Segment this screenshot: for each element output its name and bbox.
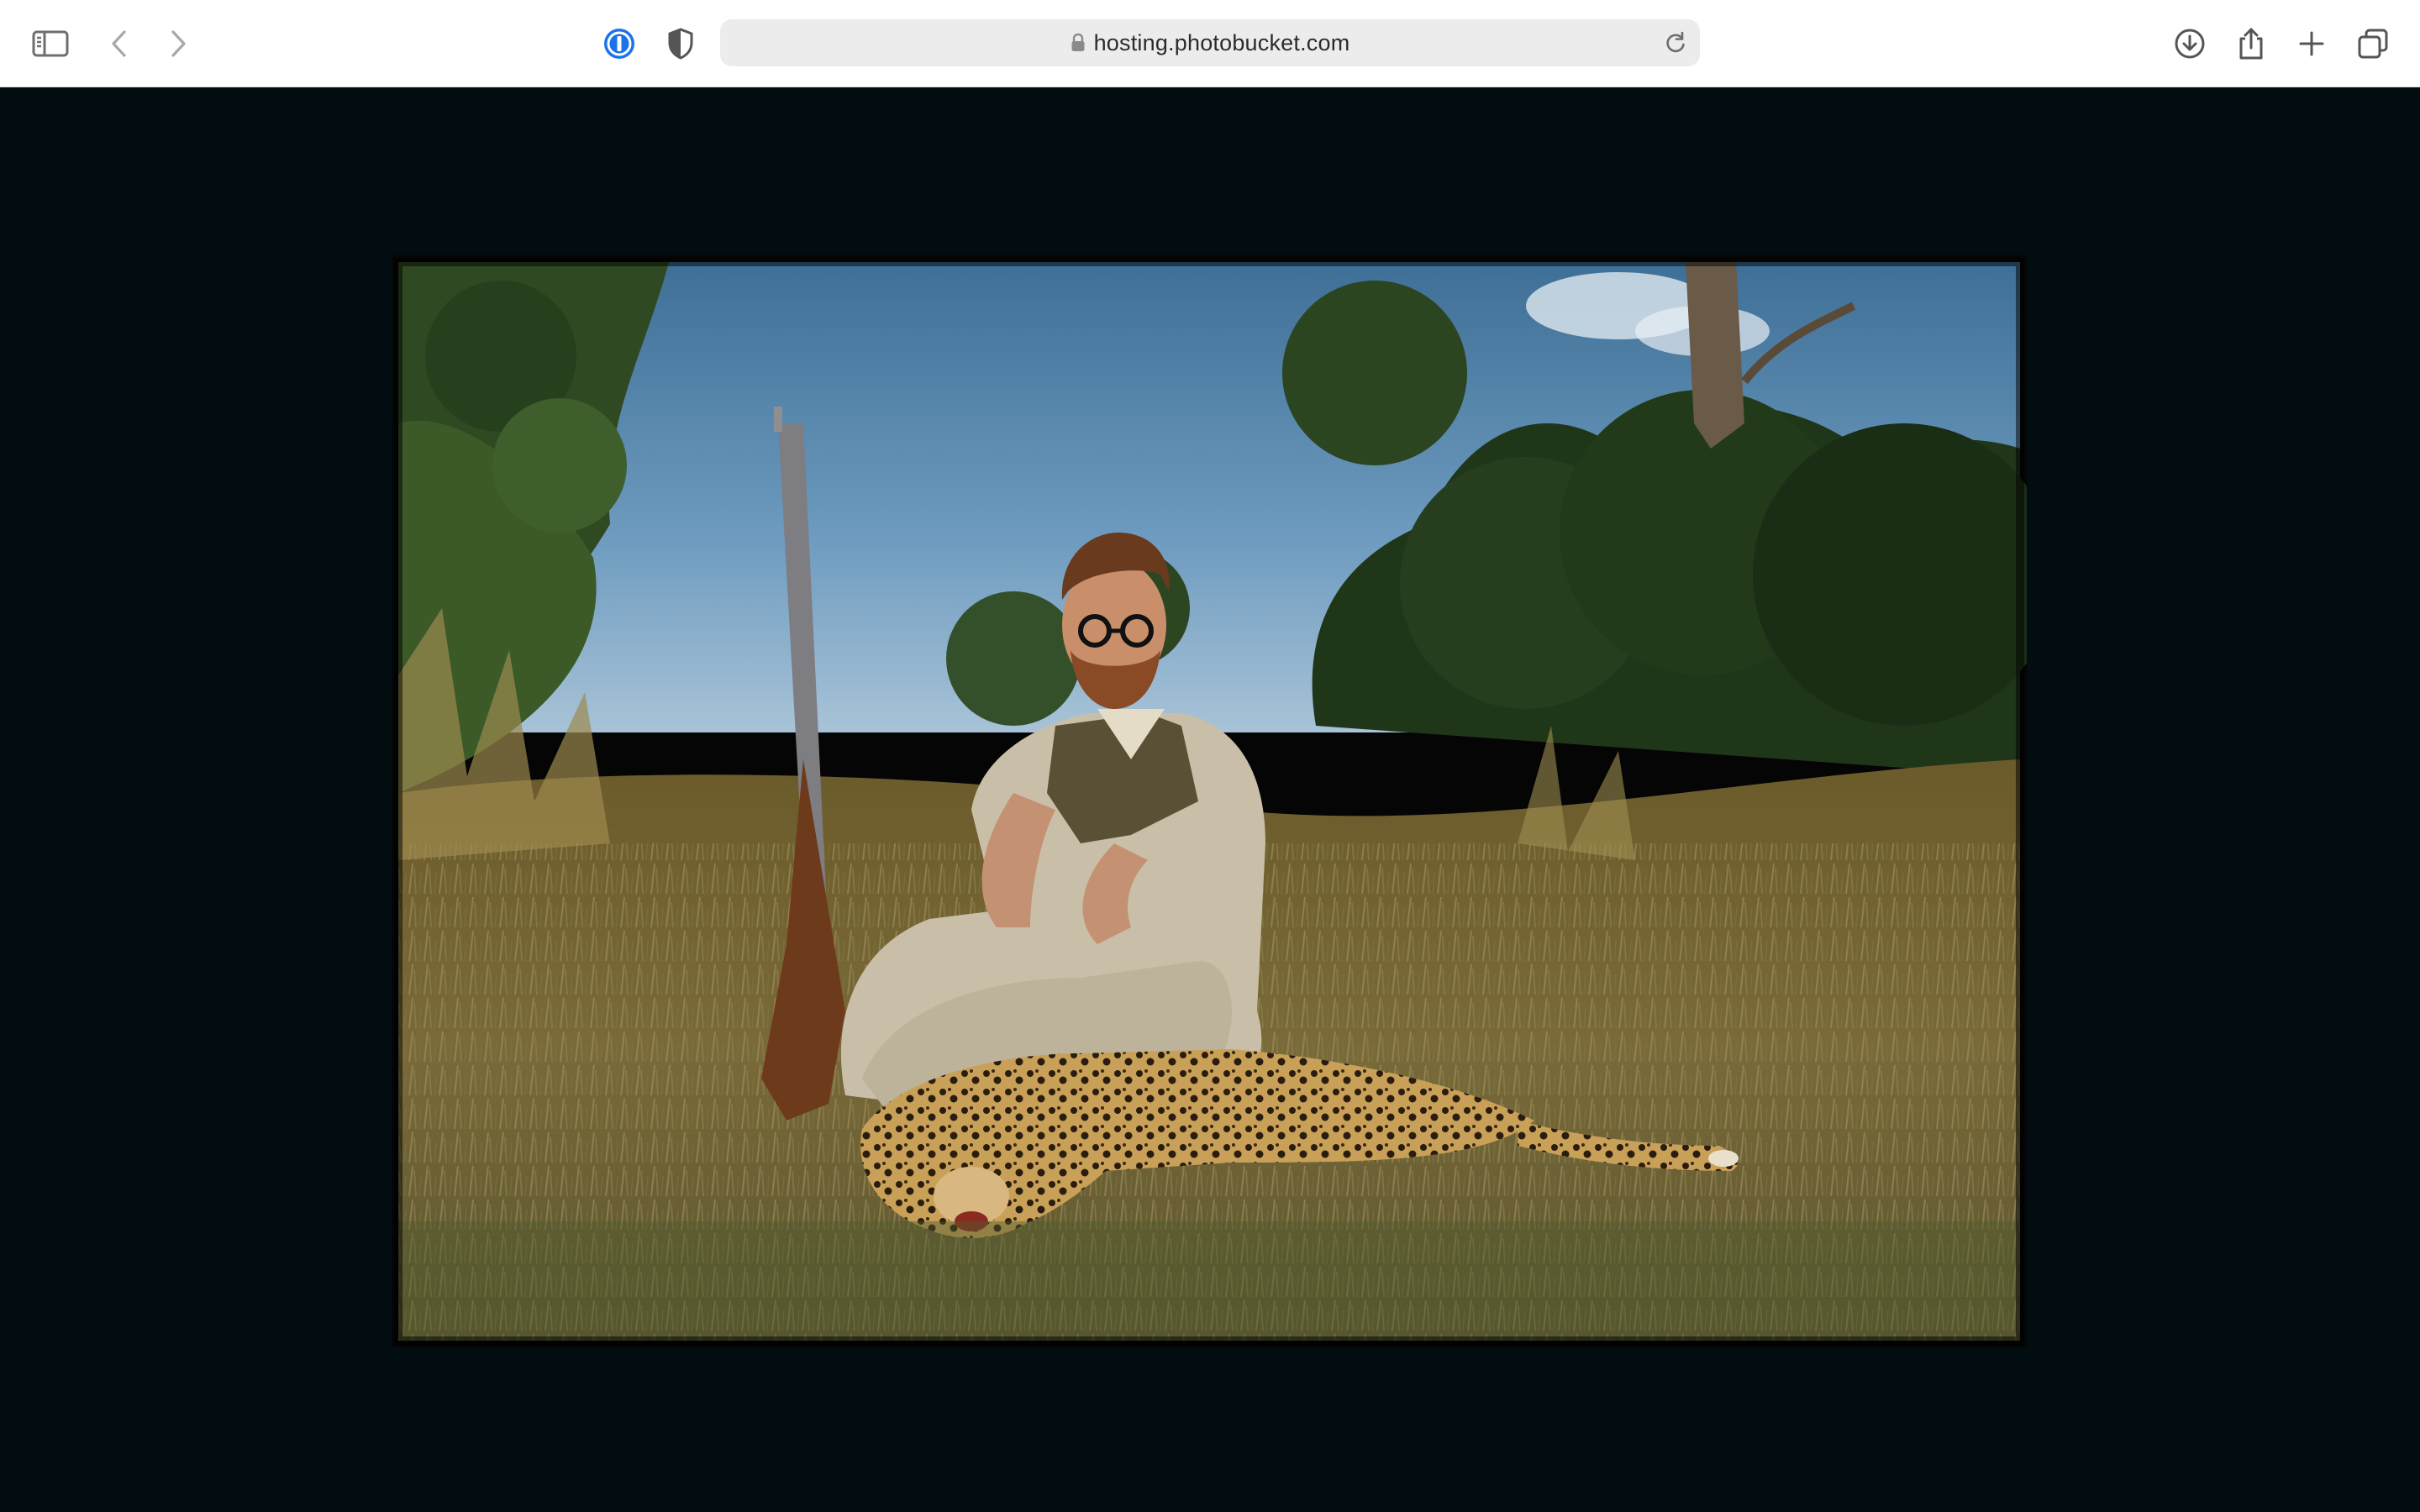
address-bar[interactable]: hosting.photobucket.com	[720, 19, 1700, 66]
browser-toolbar: hosting.photobucket.com	[0, 0, 2420, 87]
tabs-overview-icon	[2358, 29, 2388, 59]
share-icon	[2239, 28, 2263, 60]
downloads-button[interactable]	[2165, 18, 2215, 69]
chevron-left-icon	[112, 30, 126, 57]
download-icon	[2175, 29, 2205, 59]
photo-image	[392, 255, 2027, 1347]
1password-icon	[604, 29, 634, 59]
share-button[interactable]	[2226, 18, 2276, 69]
tab-overview-button[interactable]	[2348, 18, 2398, 69]
url-text: hosting.photobucket.com	[1093, 29, 1350, 55]
privacy-report-button[interactable]	[655, 18, 706, 69]
hunting-photo[interactable]	[392, 255, 2027, 1347]
chevron-right-icon	[171, 30, 186, 57]
lock-icon	[1071, 33, 1086, 53]
sidebar-icon	[32, 30, 69, 57]
password-manager-button[interactable]	[594, 18, 644, 69]
page-content	[0, 87, 2420, 1512]
back-button[interactable]	[94, 18, 145, 69]
sidebar-toggle-button[interactable]	[25, 18, 76, 69]
forward-button[interactable]	[153, 18, 203, 69]
plus-icon	[2299, 31, 2324, 56]
reload-icon[interactable]	[1663, 30, 1688, 55]
shield-icon	[668, 28, 693, 60]
new-tab-button[interactable]	[2286, 18, 2337, 69]
